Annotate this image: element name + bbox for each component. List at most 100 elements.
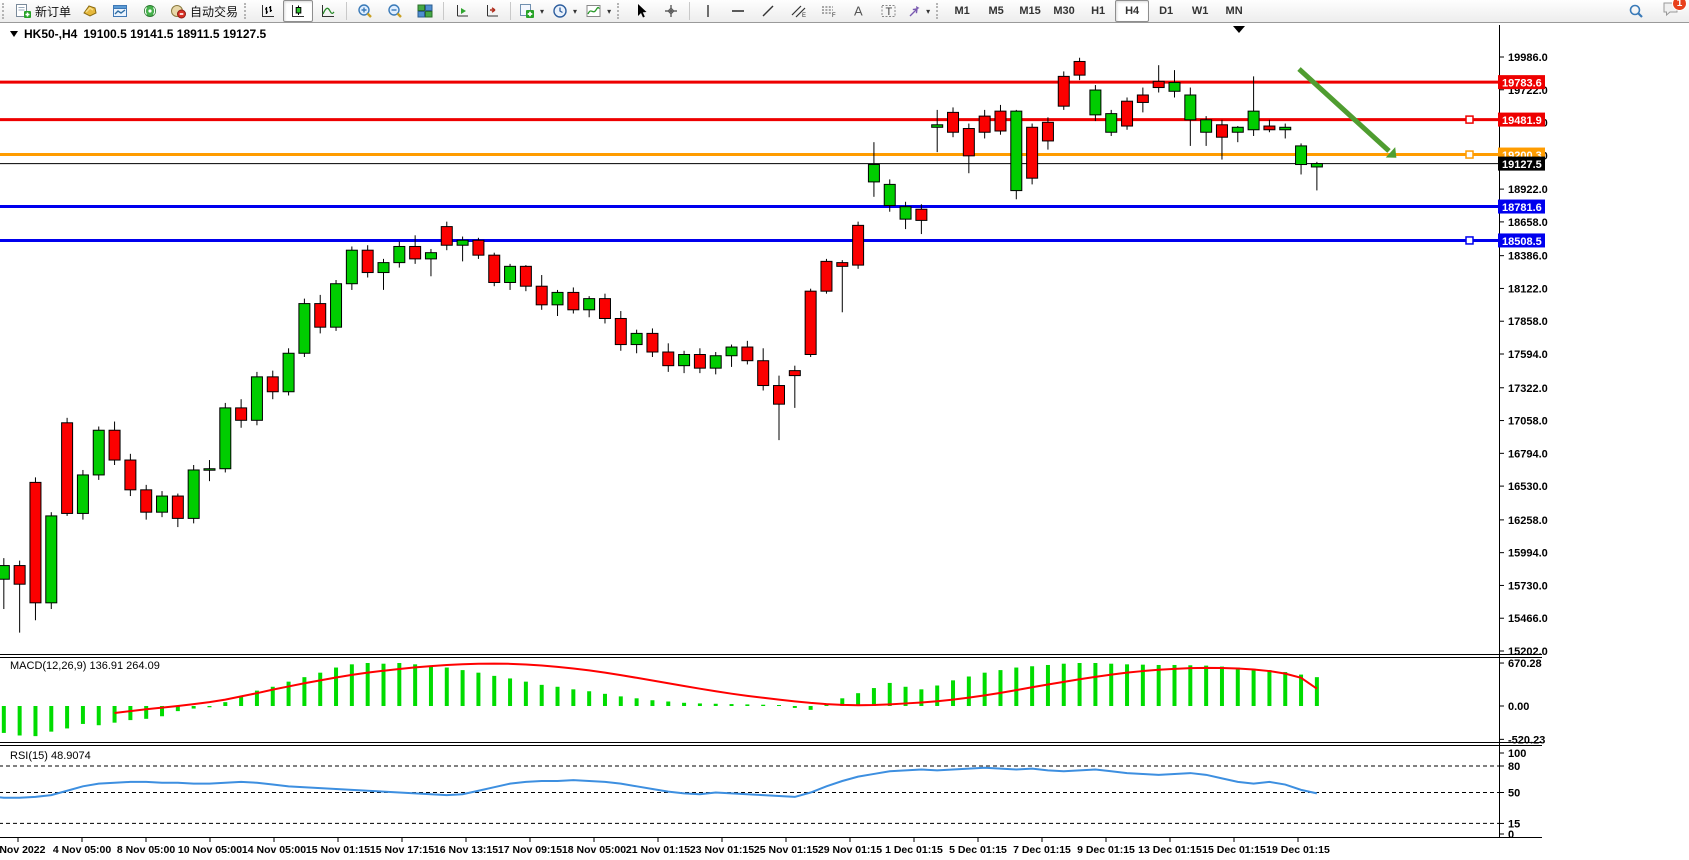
cursor-icon xyxy=(634,3,648,19)
new-order-icon xyxy=(15,3,32,19)
autotrading-button[interactable]: 自动交易 xyxy=(165,0,242,22)
time-axis-label: 15 Dec 01:15 xyxy=(1202,844,1266,856)
styles-button[interactable] xyxy=(75,0,105,22)
tab-timeframe-mn[interactable]: MN xyxy=(1217,0,1251,22)
candle xyxy=(441,222,452,251)
zoom-in-button[interactable] xyxy=(350,0,380,22)
trendline-button[interactable] xyxy=(753,0,783,22)
candle xyxy=(14,561,25,633)
candle xyxy=(425,249,436,276)
text-label-icon: T xyxy=(880,3,897,19)
horizontal-line-icon xyxy=(730,3,746,19)
candle xyxy=(220,403,231,473)
fibonacci-button[interactable]: F xyxy=(813,0,843,22)
arrows-caret: ▾ xyxy=(926,7,930,16)
candle xyxy=(1090,85,1101,121)
chart-canvas[interactable]: 19986.019722.019458.019194.018922.018658… xyxy=(0,23,1689,860)
candle xyxy=(1137,88,1148,113)
line-selection-handle[interactable] xyxy=(1466,151,1473,158)
crosshair-button[interactable] xyxy=(656,0,686,22)
tab-timeframe-d1[interactable]: D1 xyxy=(1149,0,1183,22)
horizontal-line-button[interactable] xyxy=(723,0,753,22)
price-label-box: 18508.5 xyxy=(1498,233,1545,248)
candle xyxy=(805,289,816,357)
notification-badge[interactable]: 1 xyxy=(1672,0,1687,11)
period-button[interactable]: ▾ xyxy=(548,0,581,22)
tab-timeframe-m30[interactable]: M30 xyxy=(1047,0,1081,22)
search-button[interactable] xyxy=(1621,0,1651,22)
candle xyxy=(742,341,753,365)
price-label-box: 19127.5 xyxy=(1498,157,1545,172)
candle xyxy=(837,260,848,312)
candle xyxy=(1311,162,1322,191)
new-chart-button[interactable]: ▾ xyxy=(514,0,548,22)
market-watch-button[interactable] xyxy=(135,0,165,22)
charts-window-button[interactable] xyxy=(105,0,135,22)
price-label-box: 19783.6 xyxy=(1498,75,1545,90)
candle xyxy=(77,470,88,520)
macd-scale-label: 670.28 xyxy=(1508,658,1542,670)
indicators-button[interactable]: ▾ xyxy=(581,0,615,22)
candle xyxy=(1153,65,1164,92)
candle xyxy=(1011,110,1022,199)
price-tick-label: 18122.0 xyxy=(1508,283,1548,295)
auto-scroll-button[interactable] xyxy=(447,0,477,22)
candle xyxy=(758,348,769,390)
candle xyxy=(1232,126,1243,142)
line-selection-handle[interactable] xyxy=(1466,237,1473,244)
text-button[interactable]: A xyxy=(843,0,873,22)
chart-shift-icon xyxy=(483,3,501,19)
zoom-out-button[interactable] xyxy=(380,0,410,22)
candlestick-chart-button[interactable] xyxy=(283,0,313,22)
price-label-box: 18781.6 xyxy=(1498,200,1545,215)
candle xyxy=(46,512,57,609)
candle xyxy=(30,477,41,620)
tab-timeframe-m15[interactable]: M15 xyxy=(1013,0,1047,22)
search-icon xyxy=(1627,3,1645,20)
candle xyxy=(1169,70,1180,97)
rsi-scale-label: 100 xyxy=(1508,748,1526,760)
candle xyxy=(188,465,199,523)
crosshair-icon xyxy=(663,3,679,19)
candle xyxy=(1280,124,1291,139)
new-order-button[interactable]: 新订单 xyxy=(11,0,75,22)
candle xyxy=(362,245,373,277)
chat-button[interactable]: 1 xyxy=(1661,0,1681,23)
candle xyxy=(932,110,943,152)
candle xyxy=(378,259,389,290)
candle xyxy=(283,348,294,395)
time-axis-label: 17 Nov 09:15 xyxy=(498,844,562,856)
auto-scroll-icon xyxy=(453,3,471,19)
macd-scale-label: 0.00 xyxy=(1508,701,1529,713)
tab-timeframe-m5[interactable]: M5 xyxy=(979,0,1013,22)
rsi-panel-label: RSI(15) 48.9074 xyxy=(10,750,91,762)
cursor-button[interactable] xyxy=(626,0,656,22)
zoom-in-icon xyxy=(356,3,374,19)
candle xyxy=(631,330,642,354)
tab-timeframe-w1[interactable]: W1 xyxy=(1183,0,1217,22)
text-label-button[interactable]: T xyxy=(873,0,903,22)
candle xyxy=(109,422,120,465)
tile-windows-button[interactable] xyxy=(410,0,440,22)
candle xyxy=(1201,116,1212,146)
channel-button[interactable]: E xyxy=(783,0,813,22)
candle xyxy=(315,295,326,333)
tab-timeframe-h4[interactable]: H4 xyxy=(1115,0,1149,22)
bar-chart-button[interactable] xyxy=(253,0,283,22)
candle xyxy=(552,290,563,316)
candle xyxy=(157,491,168,517)
arrows-button[interactable]: ▾ xyxy=(903,0,934,22)
price-tick-label: 17322.0 xyxy=(1508,383,1548,395)
chart-shift-marker[interactable] xyxy=(1233,26,1245,33)
rsi-scale-label: 50 xyxy=(1508,788,1520,800)
candle xyxy=(979,110,990,139)
candle xyxy=(536,275,547,310)
tab-timeframe-h1[interactable]: H1 xyxy=(1081,0,1115,22)
price-tick-label: 15994.0 xyxy=(1508,548,1548,560)
line-chart-button[interactable] xyxy=(313,0,343,22)
chart-shift-button[interactable] xyxy=(477,0,507,22)
tab-timeframe-m1[interactable]: M1 xyxy=(945,0,979,22)
vertical-line-button[interactable] xyxy=(693,0,723,22)
candle xyxy=(1027,124,1038,185)
line-selection-handle[interactable] xyxy=(1466,116,1473,123)
